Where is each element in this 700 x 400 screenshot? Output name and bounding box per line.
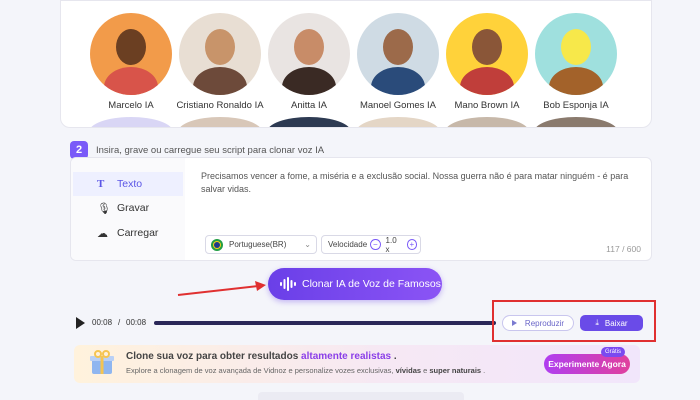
voice-avatar (535, 13, 617, 95)
promo-subtitle: Explore a clonagem de voz avançada de Vi… (126, 366, 485, 375)
voice-avatar (179, 13, 261, 95)
script-input-card: T Texto 🎙 Gravar ☁ Carregar Precisamos v… (70, 157, 652, 261)
voice-option[interactable]: Anitta IA (267, 13, 351, 111)
voice-name: Mano Brown IA (454, 100, 520, 111)
voice-avatar-partial[interactable] (356, 117, 440, 127)
voice-option[interactable]: Cristiano Ronaldo IA (176, 13, 264, 111)
language-select[interactable]: Portuguese(BR) ⌄ (205, 235, 317, 254)
voice-avatar-partial[interactable] (178, 117, 262, 127)
voice-avatar-partial[interactable] (267, 117, 351, 127)
voice-name: Manoel Gomes IA (359, 100, 437, 111)
try-now-label: Experimente Agora (548, 359, 626, 369)
mode-label: Carregar (117, 227, 159, 239)
total-time: 00:08 (126, 318, 147, 327)
promo-subtitle-bold: super naturais (429, 366, 482, 375)
chevron-down-icon: ⌄ (304, 240, 311, 249)
text-icon: T (97, 178, 105, 190)
current-time: 00:08 (92, 318, 113, 327)
voice-name: Bob Esponja IA (543, 100, 609, 111)
audio-progress-bar[interactable] (154, 321, 496, 325)
voice-option[interactable]: Marcelo IA (89, 13, 173, 111)
microphone-icon: 🎙 (97, 202, 111, 215)
voice-avatar (90, 13, 172, 95)
try-now-button[interactable]: Experimente Agora (544, 354, 630, 374)
voice-option[interactable]: Mano Brown IA (445, 13, 529, 111)
voice-row: Marcelo IA Cristiano Ronaldo IA Anitta IA M… (89, 13, 618, 111)
script-textarea[interactable]: Precisamos vencer a fome, a miséria e a … (201, 170, 637, 196)
mode-label: Gravar (117, 202, 150, 214)
voice-avatar (357, 13, 439, 95)
mode-label: Texto (117, 178, 143, 190)
download-button-label: Baixar (604, 318, 628, 328)
promo-title-text: Clone sua voz para obter resultados (126, 351, 302, 362)
input-mode-list: T Texto 🎙 Gravar ☁ Carregar (71, 158, 185, 260)
mode-text-tab[interactable]: T Texto (73, 172, 183, 196)
voice-option[interactable]: Manoel Gomes IA (356, 13, 440, 111)
download-button[interactable]: ⤓ Baixar (580, 315, 643, 331)
free-badge: Grátis (601, 347, 626, 357)
voice-selection-card: Marcelo IA Cristiano Ronaldo IA Anitta IA M… (60, 0, 652, 128)
gift-box-icon (90, 350, 114, 374)
clone-voice-button[interactable]: Clonar IA de Voz de Famosos (268, 268, 442, 300)
speed-increase-button[interactable]: + (406, 239, 417, 250)
clone-button-label: Clonar IA de Voz de Famosos (302, 278, 441, 290)
voice-row-partial (89, 117, 618, 127)
download-icon: ⤓ (595, 318, 599, 327)
voice-avatar (446, 13, 528, 95)
speed-decrease-button[interactable]: − (370, 239, 381, 250)
voice-avatar-partial[interactable] (89, 117, 173, 127)
play-icon[interactable] (76, 317, 85, 329)
voice-avatar (268, 13, 350, 95)
promo-title: Clone sua voz para obter resultados alta… (126, 351, 397, 362)
brazil-flag-icon (211, 238, 223, 251)
play-button-label: Reproduzir (524, 318, 565, 328)
play-button[interactable]: Reproduzir (502, 315, 574, 331)
promo-subtitle-end: . (481, 366, 486, 375)
voice-avatar-partial[interactable] (534, 117, 618, 127)
character-count: 117 / 600 (606, 244, 641, 254)
voice-name: Cristiano Ronaldo IA (176, 100, 264, 111)
promo-title-highlight: altamente realistas (301, 351, 392, 362)
sound-wave-icon (280, 277, 296, 291)
promo-subtitle-bold: vívidas (395, 366, 422, 375)
language-value: Portuguese(BR) (229, 240, 287, 249)
page: Marcelo IA Cristiano Ronaldo IA Anitta IA M… (0, 0, 700, 400)
speed-label: Velocidade (328, 240, 368, 249)
promo-subtitle-text: Explore a clonagem de voz avançada de Vi… (126, 366, 396, 375)
voice-option[interactable]: Bob Esponja IA (534, 13, 618, 111)
mode-upload-tab[interactable]: ☁ Carregar (73, 221, 183, 245)
speed-control: Velocidade − 1.0 x + (321, 235, 421, 254)
annotation-arrow-icon (177, 281, 266, 296)
mode-record-tab[interactable]: 🎙 Gravar (73, 196, 183, 220)
promo-banner: Clone sua voz para obter resultados alta… (74, 345, 640, 383)
time-separator: / (118, 318, 121, 327)
play-icon (511, 320, 517, 326)
bottom-edge (258, 392, 464, 400)
promo-title-end: . (391, 351, 397, 362)
voice-name: Anitta IA (291, 100, 327, 111)
voice-avatar-partial[interactable] (445, 117, 529, 127)
step-instruction: Insira, grave ou carregue seu script par… (96, 144, 325, 156)
speed-value: 1.0 x (385, 235, 397, 254)
cloud-upload-icon: ☁ (97, 227, 108, 240)
voice-name: Marcelo IA (108, 100, 154, 111)
